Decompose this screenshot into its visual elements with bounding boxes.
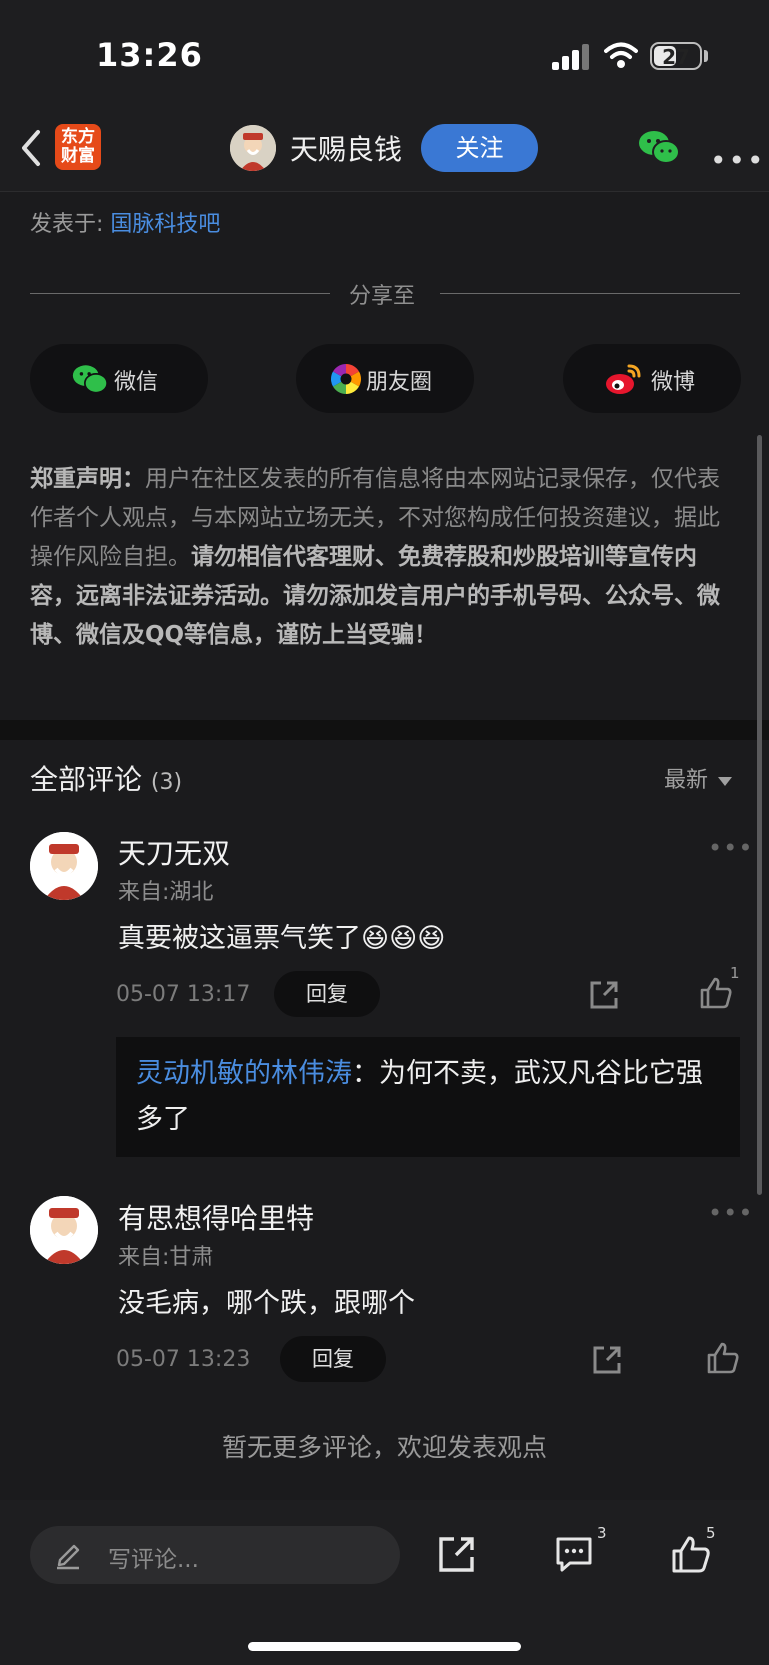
sort-dropdown[interactable]: 最新: [664, 762, 733, 794]
comment-more-icon[interactable]: •••: [708, 834, 753, 862]
scrollbar[interactable]: [757, 435, 762, 1195]
share-weibo-button[interactable]: 微博: [563, 344, 741, 413]
sub-reply: 灵动机敏的林伟涛：为何不卖，武汉凡谷比它强多了: [116, 1037, 740, 1157]
wechat-share-icon[interactable]: [638, 128, 680, 166]
pen-icon: [57, 1544, 80, 1570]
share-divider-right: [440, 293, 740, 294]
caishen-avatar-icon: [30, 832, 98, 900]
nav-bar: 东方 财富 天赐良钱 关注 •••: [0, 110, 769, 192]
comments-count: (3): [150, 770, 183, 795]
home-indicator[interactable]: [248, 1642, 521, 1651]
cellular-signal-icon: [552, 44, 589, 70]
comments-title: 全部评论 (3): [30, 758, 182, 798]
posted-label: 发表于:: [30, 212, 104, 237]
comment-author[interactable]: 有思想得哈里特: [118, 1197, 314, 1237]
comment-text: 真要被这逼票气笑了😆😆😆: [118, 923, 446, 954]
like-icon[interactable]: [671, 1534, 711, 1574]
weibo-icon: [606, 364, 641, 394]
battery-icon: 27: [650, 42, 702, 70]
status-time: 13:26: [96, 36, 203, 74]
reply-button[interactable]: 回复: [274, 971, 380, 1017]
share-moments-label: 朋友圈: [366, 370, 433, 395]
author-name[interactable]: 天赐良钱: [290, 128, 402, 168]
comment-input[interactable]: 写评论...: [30, 1526, 400, 1584]
author-avatar[interactable]: [230, 125, 276, 171]
moments-icon: [330, 364, 362, 394]
share-wechat-button[interactable]: 微信: [30, 344, 208, 413]
comment-author[interactable]: 天刀无双: [118, 832, 230, 872]
status-bar: 13:26 27: [0, 0, 769, 110]
sort-label: 最新: [664, 768, 709, 793]
comment-avatar[interactable]: [30, 832, 98, 900]
battery-level: 27: [662, 45, 690, 69]
share-moments-button[interactable]: 朋友圈: [296, 344, 474, 413]
comment-date: 05-07 13:23: [116, 1347, 251, 1372]
caishen-avatar-icon: [30, 1196, 98, 1264]
like-count-badge: 5: [706, 1524, 716, 1542]
more-options-icon[interactable]: •••: [710, 144, 766, 177]
share-weibo-label: 微博: [651, 370, 696, 395]
comment-date: 05-07 13:17: [116, 982, 251, 1007]
share-wechat-label: 微信: [114, 370, 159, 395]
comment-more-icon[interactable]: •••: [708, 1199, 753, 1227]
follow-button[interactable]: 关注: [421, 124, 538, 172]
battery-tip: [704, 50, 708, 62]
forum-link[interactable]: 国脉科技吧: [110, 212, 220, 237]
comment-icon[interactable]: [554, 1534, 594, 1574]
caret-down-icon: [718, 776, 733, 786]
share-divider-left: [30, 293, 330, 294]
like-count: 1: [730, 964, 740, 982]
posted-in: 发表于: 国脉科技吧: [30, 206, 220, 238]
sub-reply-user[interactable]: 灵动机敏的林伟涛: [136, 1058, 352, 1089]
comment-avatar[interactable]: [30, 1196, 98, 1264]
disclaimer: 郑重声明：用户在社区发表的所有信息将由本网站记录保存，仅代表作者个人观点，与本网…: [30, 460, 742, 655]
like-icon[interactable]: [699, 976, 733, 1010]
comment-location: 来自:湖北: [118, 880, 214, 905]
disclaimer-heading: 郑重声明：: [30, 466, 145, 492]
bottom-bar: 写评论... 3 5: [0, 1500, 769, 1665]
comment-text: 没毛病，哪个跌，跟哪个: [118, 1288, 415, 1319]
wifi-icon: [604, 42, 638, 68]
reply-button[interactable]: 回复: [280, 1336, 386, 1382]
share-icon[interactable]: [437, 1534, 477, 1574]
section-separator: [0, 720, 769, 740]
wechat-icon: [72, 365, 108, 394]
share-icon[interactable]: [590, 1343, 624, 1377]
share-icon[interactable]: [587, 978, 621, 1012]
like-icon[interactable]: [706, 1341, 740, 1375]
back-arrow-icon[interactable]: [16, 126, 46, 170]
app-logo[interactable]: 东方 财富: [55, 124, 101, 170]
caishen-avatar-icon: [230, 125, 276, 171]
comments-title-label: 全部评论: [30, 763, 143, 796]
share-title: 分享至: [349, 284, 416, 309]
comment-location: 来自:甘肃: [118, 1245, 214, 1270]
comment-count-badge: 3: [597, 1524, 607, 1542]
no-more-comments: 暂无更多评论，欢迎发表观点: [221, 1433, 547, 1462]
comment-input-placeholder: 写评论...: [108, 1547, 199, 1573]
